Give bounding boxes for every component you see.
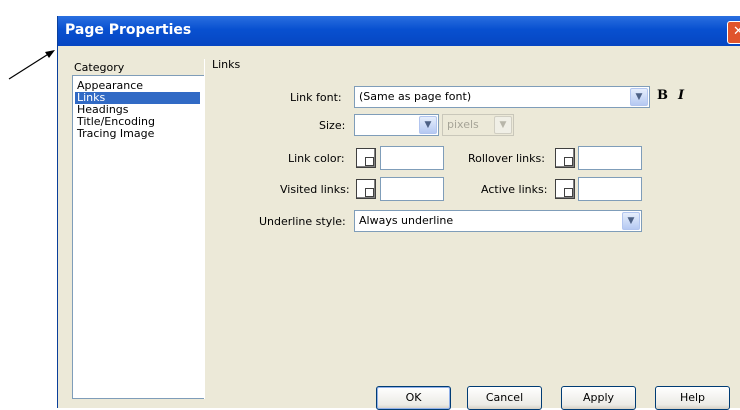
chevron-down-icon: ▼ bbox=[419, 116, 437, 134]
underline-style-label: Underline style: bbox=[259, 215, 346, 228]
page-properties-dialog: Page Properties ✕ Category Links Appeara… bbox=[57, 16, 740, 410]
divider bbox=[204, 59, 205, 399]
bold-button[interactable]: B bbox=[657, 88, 668, 103]
color-swatch-icon bbox=[564, 157, 573, 166]
cancel-button[interactable]: Cancel bbox=[467, 386, 542, 410]
underline-style-select[interactable]: Always underline ▼ bbox=[354, 210, 642, 232]
size-unit-value: pixels bbox=[447, 118, 479, 131]
italic-button[interactable]: I bbox=[678, 88, 684, 103]
size-label: Size: bbox=[319, 119, 346, 132]
link-color-label: Link color: bbox=[288, 152, 345, 165]
color-swatch-icon bbox=[365, 157, 374, 166]
link-color-input[interactable] bbox=[380, 146, 444, 170]
ok-button[interactable]: OK bbox=[376, 386, 451, 410]
category-header: Category bbox=[74, 61, 125, 74]
help-button[interactable]: Help bbox=[655, 386, 730, 410]
rollover-links-input[interactable] bbox=[578, 146, 642, 170]
dialog-title: Page Properties bbox=[65, 22, 192, 38]
category-list[interactable]: Appearance Links Headings Title/Encoding… bbox=[72, 75, 205, 399]
rollover-links-swatch[interactable] bbox=[555, 148, 575, 168]
apply-button[interactable]: Apply bbox=[561, 386, 636, 410]
active-links-swatch[interactable] bbox=[555, 179, 575, 199]
chevron-down-icon: ▼ bbox=[622, 212, 640, 230]
link-font-label: Link font: bbox=[290, 91, 342, 104]
title-bar[interactable]: Page Properties ✕ bbox=[58, 16, 740, 46]
link-font-select[interactable]: (Same as page font) ▼ bbox=[354, 86, 650, 108]
underline-style-value: Always underline bbox=[359, 214, 454, 227]
link-font-value: (Same as page font) bbox=[359, 90, 472, 103]
visited-links-input[interactable] bbox=[380, 177, 444, 201]
category-item-tracing-image[interactable]: Tracing Image bbox=[75, 128, 200, 140]
color-swatch-icon bbox=[365, 188, 374, 197]
color-swatch-icon bbox=[564, 188, 573, 197]
rollover-links-label: Rollover links: bbox=[468, 152, 545, 165]
active-links-label: Active links: bbox=[481, 183, 548, 196]
chevron-down-icon: ▼ bbox=[630, 88, 648, 106]
size-select[interactable]: ▼ bbox=[354, 114, 439, 136]
chevron-down-icon: ▼ bbox=[494, 116, 512, 134]
size-unit-select[interactable]: pixels ▼ bbox=[442, 114, 514, 136]
active-links-input[interactable] bbox=[578, 177, 642, 201]
arrow-annotation bbox=[8, 50, 55, 80]
visited-links-swatch[interactable] bbox=[356, 179, 376, 199]
visited-links-label: Visited links: bbox=[280, 183, 350, 196]
close-icon[interactable]: ✕ bbox=[727, 21, 740, 44]
link-color-swatch[interactable] bbox=[356, 148, 376, 168]
panel-header: Links bbox=[212, 58, 241, 71]
